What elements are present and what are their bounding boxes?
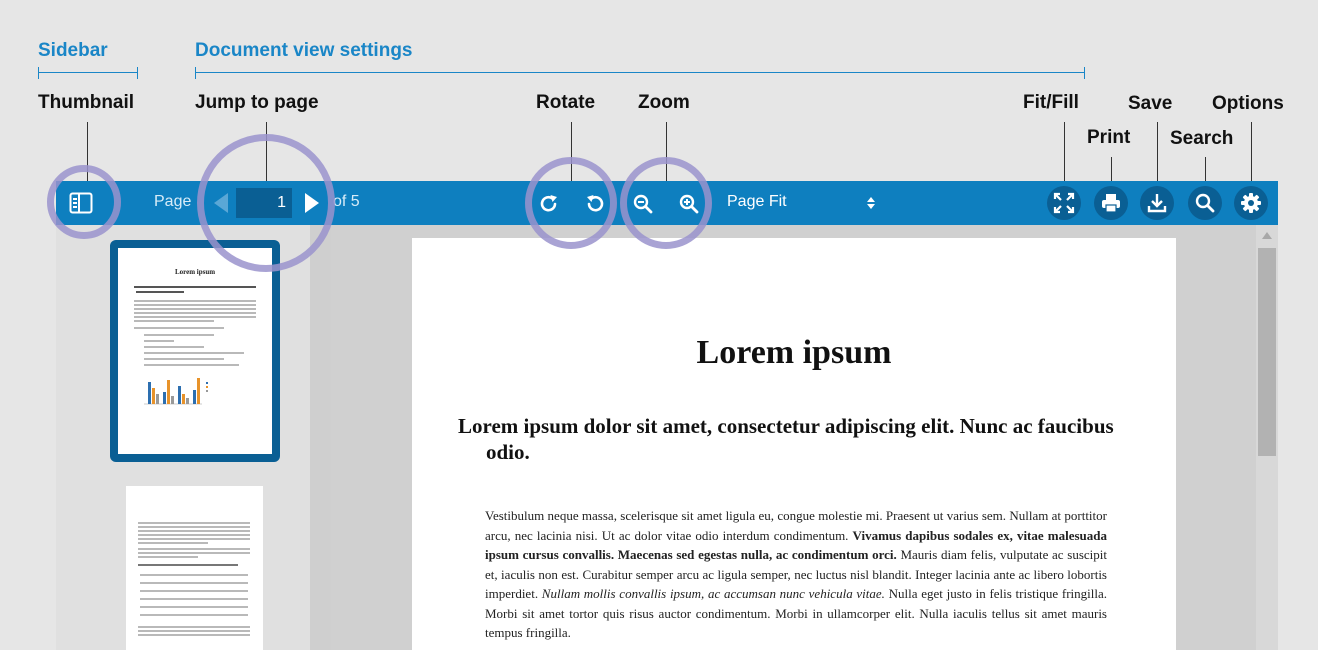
download-icon xyxy=(1147,194,1167,213)
pointer-line-jump xyxy=(266,122,267,184)
save-button[interactable] xyxy=(1140,186,1174,220)
annotation-thumbnail: Thumbnail xyxy=(38,92,135,113)
pointer-line-save xyxy=(1157,122,1158,184)
gear-icon xyxy=(1241,193,1261,213)
annotation-search: Search xyxy=(1170,128,1234,149)
rotate-clockwise-icon xyxy=(540,195,557,212)
zoom-mode-select[interactable]: Page Fit xyxy=(720,187,890,219)
rotate-clockwise-button[interactable] xyxy=(536,191,562,217)
sidebar-scrollbar[interactable] xyxy=(310,225,331,650)
annotation-view-settings-bracket xyxy=(195,67,1085,79)
sidebar-toggle-button[interactable] xyxy=(68,190,94,216)
thumbnail-page-2[interactable] xyxy=(126,486,263,650)
paragraph-italic-text: Nullam mollis convallis ipsum, ac accums… xyxy=(541,586,885,601)
rotate-counterclockwise-button[interactable] xyxy=(582,191,608,217)
pointer-line-fit xyxy=(1064,122,1065,184)
zoom-out-button[interactable] xyxy=(630,191,656,217)
prev-page-button[interactable] xyxy=(211,191,231,215)
annotation-document-view-settings: Document view settings xyxy=(195,40,413,61)
annotation-rotate: Rotate xyxy=(536,92,596,113)
page-count: of 5 xyxy=(333,193,360,210)
thumbnail-page-1-title: Lorem ipsum xyxy=(174,268,216,276)
annotation-fit-fill: Fit/Fill xyxy=(1023,92,1079,113)
document-paragraph: Vestibulum neque massa, scelerisque sit … xyxy=(485,506,1107,643)
zoom-out-icon xyxy=(633,194,653,214)
annotation-options: Options xyxy=(1212,93,1284,114)
next-page-button[interactable] xyxy=(302,191,322,215)
print-button[interactable] xyxy=(1094,186,1128,220)
search-icon xyxy=(1195,193,1215,213)
toolbar: Page of 5 Page Fit xyxy=(56,181,1278,225)
pointer-line-options xyxy=(1251,122,1252,184)
fit-fill-button[interactable] xyxy=(1047,186,1081,220)
pointer-line-thumbnail xyxy=(87,122,88,184)
page-label: Page xyxy=(154,193,192,210)
pointer-line-print xyxy=(1111,157,1112,184)
fit-fill-icon xyxy=(1053,192,1075,214)
thumbnail-chart xyxy=(144,378,208,405)
zoom-in-button[interactable] xyxy=(676,191,702,217)
rotate-counterclockwise-icon xyxy=(587,195,604,212)
annotation-sidebar-bracket xyxy=(38,67,138,79)
annotation-jump-to-page: Jump to page xyxy=(195,92,319,113)
pointer-line-zoom xyxy=(666,122,667,184)
scroll-up-icon[interactable] xyxy=(1262,232,1272,239)
document-scrollbar-thumb[interactable] xyxy=(1258,248,1276,456)
print-icon xyxy=(1102,194,1120,213)
search-button[interactable] xyxy=(1188,186,1222,220)
zoom-in-icon xyxy=(679,194,699,214)
options-button[interactable] xyxy=(1234,186,1268,220)
thumbnail-page-1[interactable]: Lorem ipsum xyxy=(118,248,272,454)
pointer-line-rotate xyxy=(571,122,572,184)
document-subtitle: Lorem ipsum dolor sit amet, consectetur … xyxy=(458,414,1114,464)
page-number-input[interactable] xyxy=(236,188,292,218)
zoom-mode-value: Page Fit xyxy=(727,193,787,210)
next-page-icon xyxy=(305,193,319,213)
annotation-save: Save xyxy=(1128,93,1173,114)
pointer-line-search xyxy=(1205,157,1206,184)
document-page: Lorem ipsum Lorem ipsum dolor sit amet, … xyxy=(412,238,1176,650)
prev-page-icon xyxy=(214,193,228,213)
document-title: Lorem ipsum xyxy=(696,334,892,371)
annotation-print: Print xyxy=(1087,127,1131,148)
sidebar-toggle-icon xyxy=(69,192,93,214)
select-arrows-icon xyxy=(867,197,875,209)
annotation-zoom: Zoom xyxy=(638,92,690,113)
annotation-sidebar: Sidebar xyxy=(38,40,108,61)
